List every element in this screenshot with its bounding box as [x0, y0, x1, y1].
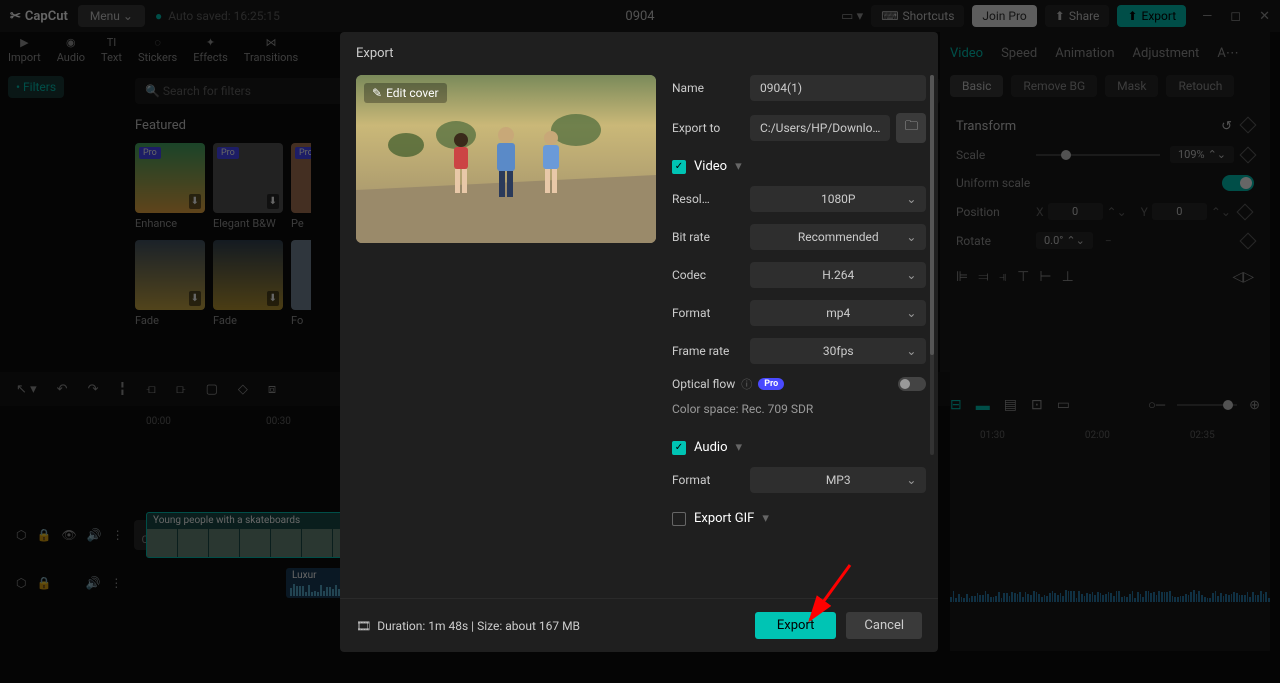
fps-select[interactable]: 30fps — [750, 338, 926, 364]
cover-preview: ✎Edit cover — [356, 75, 656, 243]
codec-label: Codec — [672, 268, 750, 282]
resolution-label: Resol… — [672, 192, 750, 206]
format-label: Format — [672, 306, 750, 320]
modal-title: Export — [340, 32, 938, 75]
gif-section-label: Export GIF — [694, 511, 754, 526]
audio-section-label: Audio — [694, 440, 727, 455]
modal-footer: 🎞 Duration: 1m 48s | Size: about 167 MB E… — [340, 598, 938, 652]
format-select[interactable]: mp4 — [750, 300, 926, 326]
export-modal: Export ✎Edit cover — [340, 32, 938, 652]
cancel-button[interactable]: Cancel — [846, 612, 922, 639]
audio-format-label: Format — [672, 473, 750, 487]
video-checkbox[interactable]: ✓ — [672, 160, 686, 174]
video-section-label: Video — [694, 159, 727, 174]
bitrate-label: Bit rate — [672, 230, 750, 244]
codec-select[interactable]: H.264 — [750, 262, 926, 288]
colorspace-label: Color space: Rec. 709 SDR — [672, 402, 926, 416]
exportto-label: Export to — [672, 121, 750, 135]
gif-checkbox[interactable] — [672, 512, 686, 526]
pencil-icon: ✎ — [372, 86, 382, 100]
scrollbar-thumb[interactable] — [930, 75, 934, 355]
name-label: Name — [672, 81, 750, 95]
optical-flow-toggle[interactable] — [898, 377, 926, 391]
bitrate-select[interactable]: Recommended — [750, 224, 926, 250]
film-icon: 🎞 — [356, 619, 371, 633]
browse-folder-button[interactable]: 🗀 — [896, 113, 926, 143]
pro-badge: Pro — [758, 378, 784, 390]
exportto-path: C:/Users/HP/Downlo… — [750, 115, 890, 141]
audio-format-select[interactable]: MP3 — [750, 467, 926, 493]
info-icon[interactable]: ⓘ — [741, 376, 752, 392]
audio-checkbox[interactable]: ✓ — [672, 441, 686, 455]
optical-flow-label: Optical flow — [672, 377, 735, 391]
folder-icon: 🗀 — [905, 117, 918, 139]
name-input[interactable] — [750, 75, 926, 101]
fps-label: Frame rate — [672, 344, 750, 358]
resolution-select[interactable]: 1080P — [750, 186, 926, 212]
duration-text: Duration: 1m 48s | Size: about 167 MB — [377, 619, 580, 633]
edit-cover-button[interactable]: ✎Edit cover — [364, 83, 447, 103]
export-confirm-button[interactable]: Export — [755, 612, 837, 639]
